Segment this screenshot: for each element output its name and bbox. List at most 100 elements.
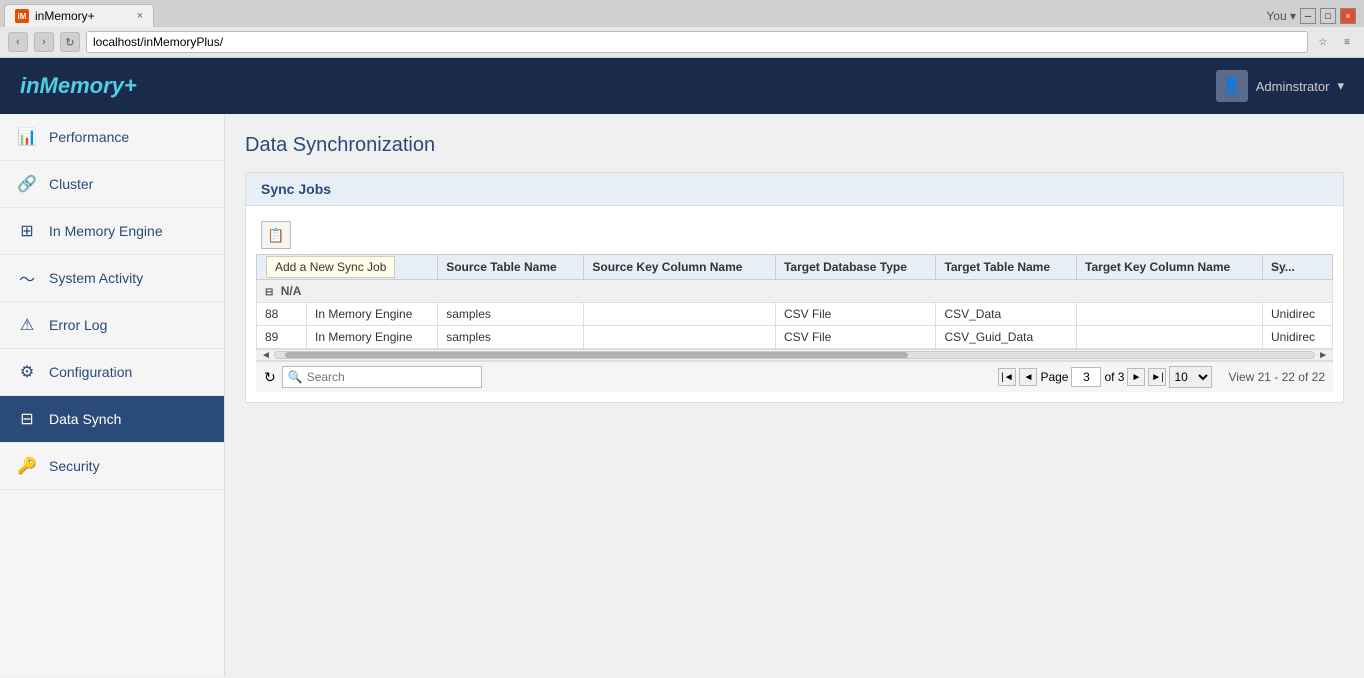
- add-icon: 📋: [267, 227, 284, 244]
- page-label: Page: [1040, 370, 1068, 384]
- add-sync-job-button[interactable]: 📋: [261, 221, 291, 249]
- scrollbar-track[interactable]: [274, 351, 1315, 359]
- table-row[interactable]: 89 In Memory Engine samples CSV File CSV…: [257, 326, 1333, 349]
- user-label: You ▾: [1266, 9, 1296, 23]
- window-close[interactable]: ×: [1340, 8, 1356, 24]
- user-area: 👤 Adminstrator ▾: [1216, 70, 1344, 102]
- address-bar: ‹ › ↻ ☆ ≡: [0, 27, 1364, 57]
- cell-id: 88: [257, 303, 307, 326]
- group-row-na: ⊟ N/A: [257, 280, 1333, 303]
- back-button[interactable]: ‹: [8, 32, 28, 52]
- page-size-select[interactable]: 10 25 50 100: [1169, 366, 1212, 388]
- horizontal-scrollbar[interactable]: ◄ ►: [256, 349, 1333, 361]
- sidebar-item-configuration[interactable]: ⚙ Configuration: [0, 349, 224, 396]
- group-collapse-icon[interactable]: ⊟: [265, 287, 273, 298]
- search-box: 🔍: [282, 366, 482, 388]
- tab-close-icon[interactable]: ×: [137, 10, 143, 22]
- sync-jobs-table: atabase Type Source Table Name Source Ke…: [256, 254, 1333, 349]
- app: inMemory+ 👤 Adminstrator ▾ 📊 Performance…: [0, 58, 1364, 676]
- scroll-right-icon[interactable]: ►: [1315, 350, 1331, 361]
- page-input[interactable]: [1071, 367, 1101, 387]
- content-area: Data Synchronization Sync Jobs 📋 Add a N…: [225, 114, 1364, 676]
- cell-source-db-type: In Memory Engine: [307, 326, 438, 349]
- browser-tab[interactable]: iM inMemory+ ×: [4, 4, 154, 27]
- pagination-nav: |◄ ◄ Page of 3 ► ►| 10 25 50 100: [998, 366, 1212, 388]
- error-log-icon: ⚠: [15, 313, 39, 337]
- col-target-db-type[interactable]: Target Database Type: [775, 255, 935, 280]
- window-maximize[interactable]: □: [1320, 8, 1336, 24]
- in-memory-engine-icon: ⊞: [15, 219, 39, 243]
- tab-favicon: iM: [15, 9, 29, 23]
- url-bar[interactable]: [86, 31, 1308, 53]
- star-icon[interactable]: ☆: [1314, 33, 1332, 51]
- tab-label: inMemory+: [35, 9, 95, 23]
- sidebar-item-in-memory-engine[interactable]: ⊞ In Memory Engine: [0, 208, 224, 255]
- scroll-left-icon[interactable]: ◄: [258, 350, 274, 361]
- col-target-key[interactable]: Target Key Column Name: [1077, 255, 1263, 280]
- col-source-table[interactable]: Source Table Name: [438, 255, 584, 280]
- refresh-button[interactable]: ↻: [60, 32, 80, 52]
- table-wrapper: atabase Type Source Table Name Source Ke…: [256, 254, 1333, 349]
- table-body: ⊟ N/A 88 In Memory Engine samples CSV Fi…: [257, 280, 1333, 349]
- search-icon: 🔍: [288, 370, 303, 384]
- cell-source-key: [584, 303, 776, 326]
- main-area: 📊 Performance 🔗 Cluster ⊞ In Memory Engi…: [0, 114, 1364, 676]
- user-icon: 👤: [1222, 76, 1242, 96]
- sidebar-item-error-log[interactable]: ⚠ Error Log: [0, 302, 224, 349]
- header-row: atabase Type Source Table Name Source Ke…: [257, 255, 1333, 280]
- app-header: inMemory+ 👤 Adminstrator ▾: [0, 58, 1364, 114]
- cell-target-key: [1077, 303, 1263, 326]
- group-label: N/A: [281, 284, 302, 298]
- security-icon: 🔑: [15, 454, 39, 478]
- prev-page-button[interactable]: ◄: [1019, 368, 1037, 386]
- user-dropdown-icon[interactable]: ▾: [1337, 78, 1344, 94]
- last-page-button[interactable]: ►|: [1148, 368, 1166, 386]
- sidebar-label-in-memory-engine: In Memory Engine: [49, 223, 163, 239]
- system-activity-icon: 〜: [15, 266, 39, 290]
- next-page-button[interactable]: ►: [1127, 368, 1145, 386]
- search-input[interactable]: [307, 370, 476, 384]
- refresh-footer-icon[interactable]: ↻: [264, 369, 276, 386]
- sidebar-label-configuration: Configuration: [49, 364, 132, 380]
- sidebar-item-security[interactable]: 🔑 Security: [0, 443, 224, 490]
- cell-sync-type: Unidirec: [1263, 326, 1333, 349]
- sidebar-label-data-synch: Data Synch: [49, 411, 121, 427]
- username-label: Adminstrator: [1256, 79, 1330, 94]
- sidebar: 📊 Performance 🔗 Cluster ⊞ In Memory Engi…: [0, 114, 225, 676]
- cell-source-table: samples: [438, 326, 584, 349]
- panel-body: 📋 Add a New Sync Job atabase Type Source: [246, 206, 1343, 402]
- table-header: atabase Type Source Table Name Source Ke…: [257, 255, 1333, 280]
- sidebar-item-performance[interactable]: 📊 Performance: [0, 114, 224, 161]
- sidebar-label-performance: Performance: [49, 129, 129, 145]
- cell-source-db-type: In Memory Engine: [307, 303, 438, 326]
- cell-source-table: samples: [438, 303, 584, 326]
- first-page-button[interactable]: |◄: [998, 368, 1016, 386]
- tab-bar: iM inMemory+ × You ▾ ─ □ ×: [0, 0, 1364, 27]
- sidebar-label-error-log: Error Log: [49, 317, 107, 333]
- sidebar-item-cluster[interactable]: 🔗 Cluster: [0, 161, 224, 208]
- configuration-icon: ⚙: [15, 360, 39, 384]
- cell-target-key: [1077, 326, 1263, 349]
- grid-footer: ↻ 🔍 |◄ ◄ Page of 3 ► ►|: [256, 361, 1333, 392]
- table-row[interactable]: 88 In Memory Engine samples CSV File CSV…: [257, 303, 1333, 326]
- app-logo: inMemory+: [20, 73, 137, 99]
- cell-id: 89: [257, 326, 307, 349]
- col-source-key[interactable]: Source Key Column Name: [584, 255, 776, 280]
- browser-chrome: iM inMemory+ × You ▾ ─ □ × ‹ › ↻ ☆ ≡: [0, 0, 1364, 58]
- grid-toolbar: 📋 Add a New Sync Job: [256, 216, 1333, 254]
- of-label: of 3: [1104, 370, 1124, 384]
- sync-jobs-panel: Sync Jobs 📋 Add a New Sync Job: [245, 172, 1344, 403]
- col-sync-type[interactable]: Sy...: [1263, 255, 1333, 280]
- col-target-table[interactable]: Target Table Name: [936, 255, 1077, 280]
- window-minimize[interactable]: ─: [1300, 8, 1316, 24]
- sidebar-item-system-activity[interactable]: 〜 System Activity: [0, 255, 224, 302]
- sidebar-item-data-synch[interactable]: ⊟ Data Synch: [0, 396, 224, 443]
- cell-source-key: [584, 326, 776, 349]
- view-info: View 21 - 22 of 22: [1228, 370, 1325, 384]
- forward-button[interactable]: ›: [34, 32, 54, 52]
- user-avatar: 👤: [1216, 70, 1248, 102]
- cell-target-db-type: CSV File: [775, 326, 935, 349]
- scrollbar-thumb[interactable]: [285, 352, 909, 358]
- page-title: Data Synchronization: [245, 134, 1344, 157]
- menu-icon[interactable]: ≡: [1338, 33, 1356, 51]
